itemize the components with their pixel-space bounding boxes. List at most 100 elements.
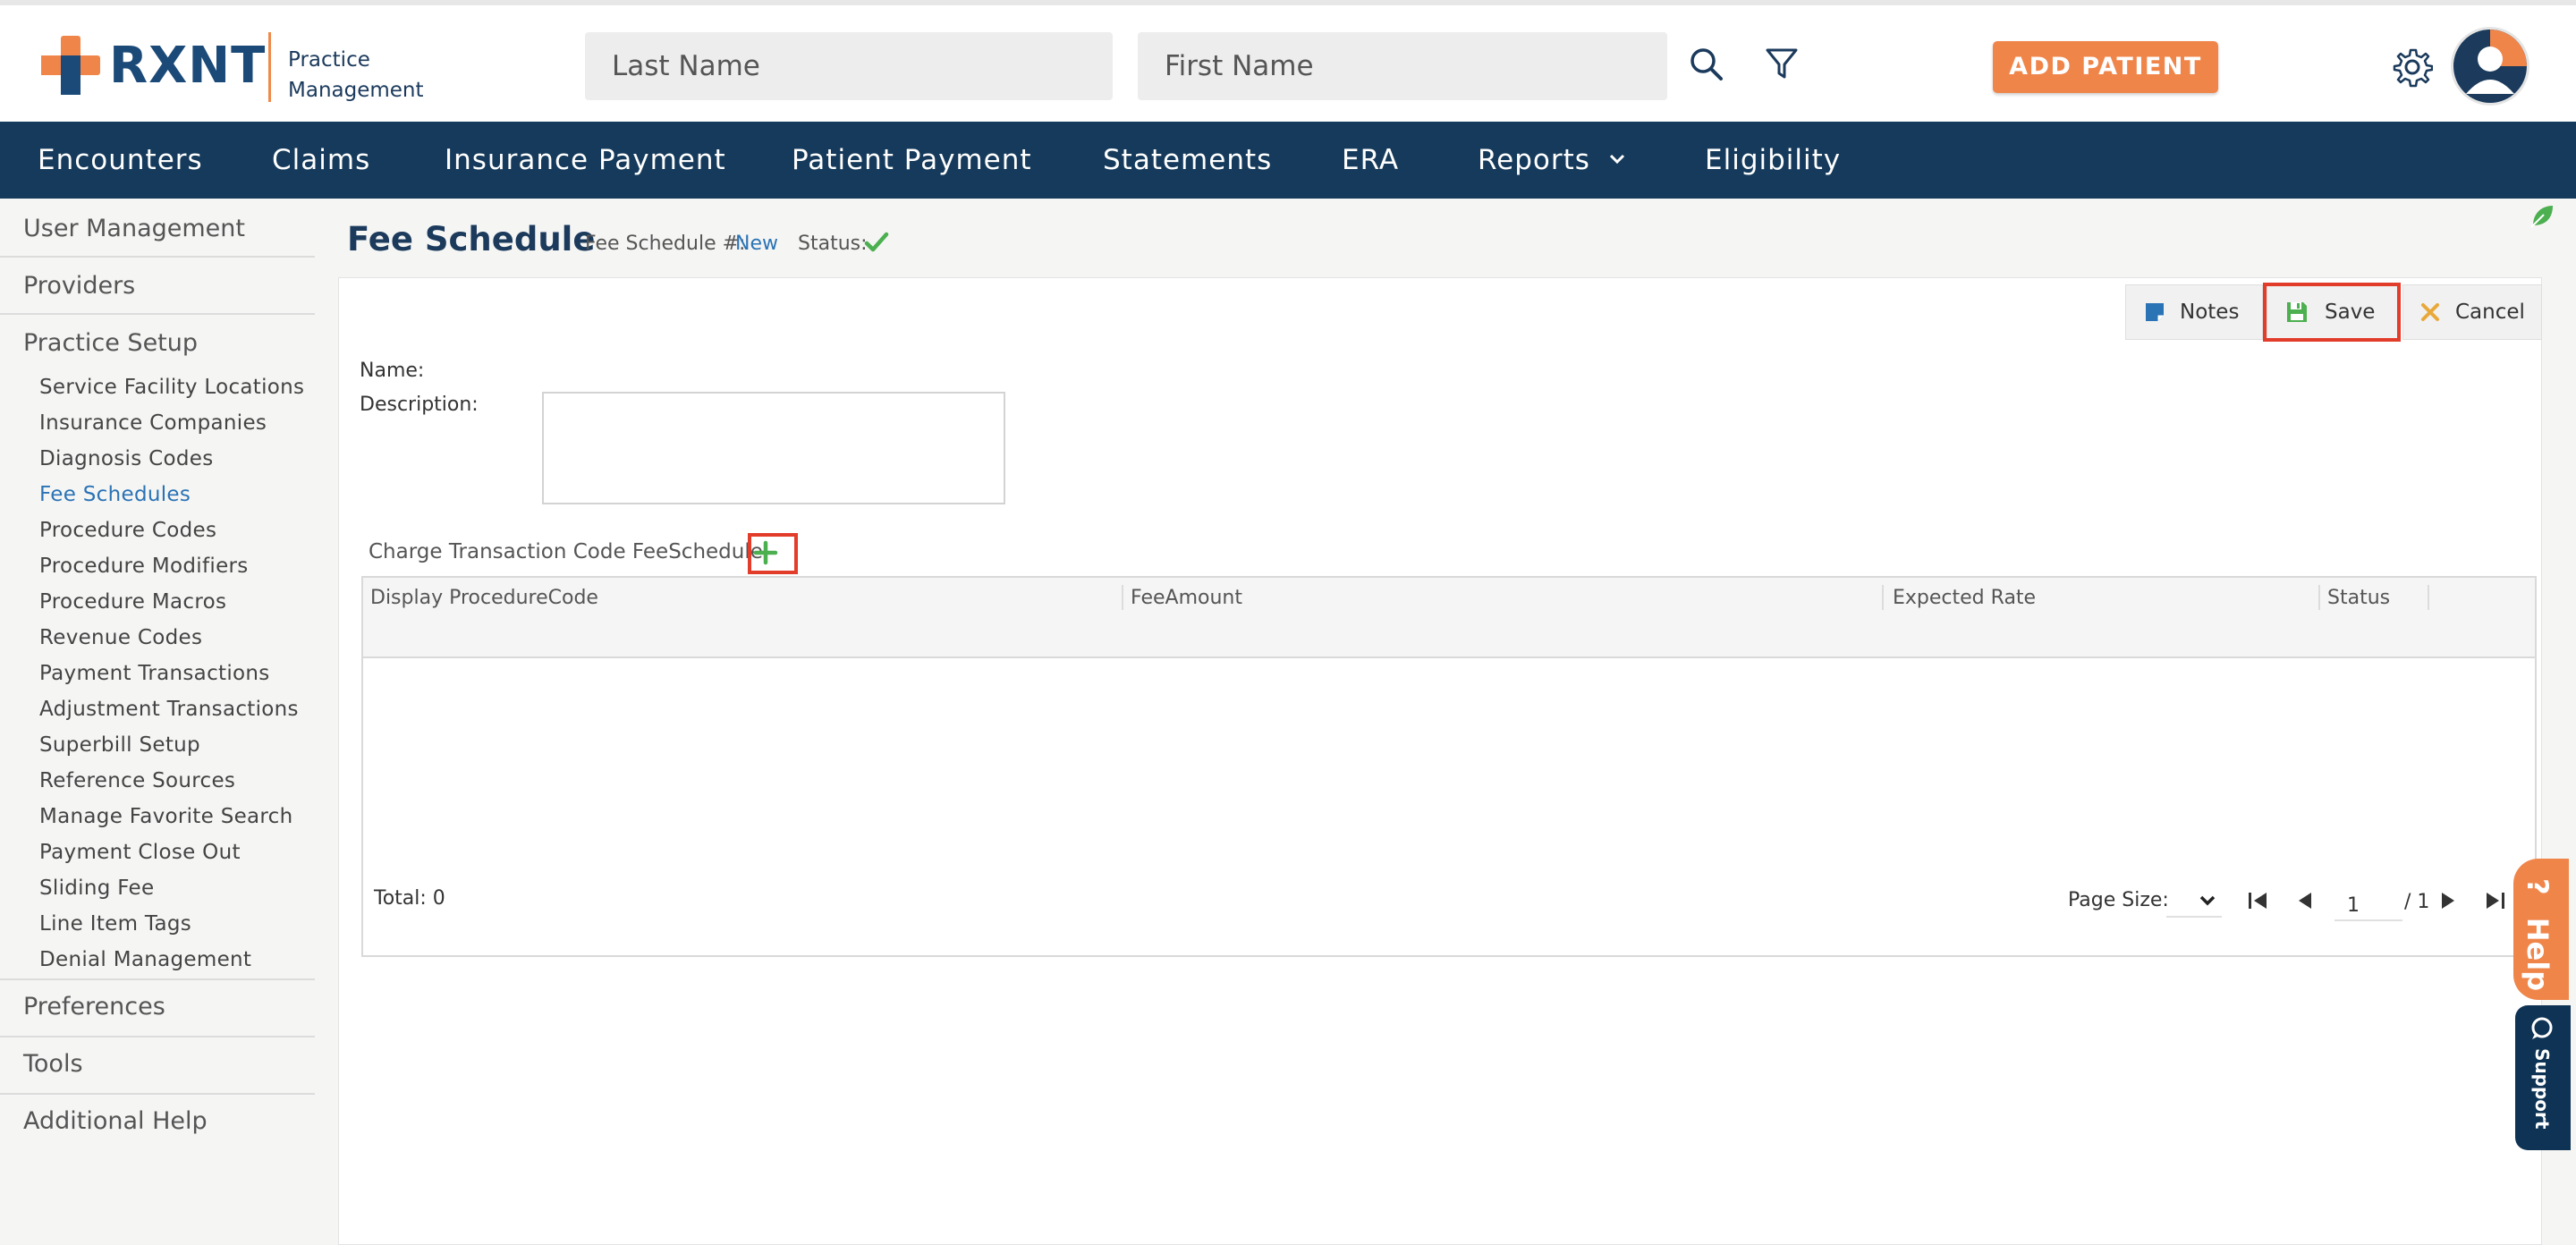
grid-header: Display ProcedureCode FeeAmount Expected… [363, 578, 2535, 658]
close-icon [2421, 303, 2439, 321]
column-header-status[interactable]: Status [2327, 587, 2390, 609]
help-tab[interactable]: ? Help [2513, 859, 2569, 1000]
sidebar-sub-reference-sources[interactable]: Reference Sources [39, 769, 235, 792]
sidebar-sub-superbill-setup[interactable]: Superbill Setup [39, 733, 200, 757]
help-label: Help [2521, 917, 2555, 992]
main-nav: Encounters Claims Insurance Payment Pati… [0, 122, 2576, 199]
gear-icon[interactable] [2392, 47, 2433, 88]
last-name-input[interactable]: Last Name [585, 32, 1113, 100]
page-count: / 1 [2404, 891, 2430, 913]
notes-label: Notes [2180, 301, 2240, 324]
rxnt-cross-icon [41, 36, 100, 95]
nav-eligibility[interactable]: Eligibility [1705, 144, 1841, 176]
user-avatar[interactable] [2451, 27, 2529, 106]
charge-section-label: Charge Transaction Code FeeSchedule: [369, 540, 770, 563]
column-divider [1122, 585, 1123, 610]
sidebar-item-user-management[interactable]: User Management [23, 215, 245, 242]
chat-icon [2531, 1017, 2553, 1039]
nav-encounters[interactable]: Encounters [38, 144, 203, 176]
notes-button[interactable]: Notes [2125, 284, 2263, 340]
support-label: Support [2531, 1048, 2553, 1130]
name-label: Name: [360, 360, 425, 382]
sidebar-divider [0, 313, 315, 315]
sidebar-sub-payment-transactions[interactable]: Payment Transactions [39, 662, 270, 685]
logo-divider [268, 32, 271, 102]
grid-total: Total: 0 [374, 887, 445, 910]
page-size-select[interactable] [2166, 884, 2222, 918]
column-divider [2318, 585, 2320, 610]
save-highlight [2263, 283, 2401, 342]
fee-schedule-number-value: New [735, 233, 778, 255]
rxnt-logo[interactable]: RXNT [41, 36, 266, 95]
sidebar-divider [0, 978, 315, 980]
column-header-expected-rate[interactable]: Expected Rate [1893, 587, 2036, 609]
logo-text: RXNT [109, 36, 267, 95]
sidebar-sub-procedure-macros[interactable]: Procedure Macros [39, 590, 226, 614]
add-highlight [748, 533, 798, 574]
sidebar-divider [0, 1093, 315, 1095]
nav-reports[interactable]: Reports [1478, 144, 1590, 176]
nav-claims[interactable]: Claims [272, 144, 370, 176]
sidebar-sub-insurance-companies[interactable]: Insurance Companies [39, 411, 267, 435]
help-tab-text: ? Help [2521, 878, 2555, 991]
previous-page-icon[interactable] [2295, 891, 2315, 910]
help-question-icon: ? [2521, 878, 2555, 895]
filter-icon[interactable] [1762, 45, 1801, 84]
sidebar-sub-fee-schedules[interactable]: Fee Schedules [39, 483, 191, 506]
sidebar-sub-denial-management[interactable]: Denial Management [39, 948, 251, 971]
sidebar-item-practice-setup[interactable]: Practice Setup [23, 329, 198, 357]
page-title: Fee Schedule [347, 220, 596, 258]
sidebar-divider [0, 1036, 315, 1038]
chevron-down-icon [2199, 895, 2216, 906]
sidebar-sub-revenue-codes[interactable]: Revenue Codes [39, 626, 202, 649]
column-divider [2428, 585, 2429, 610]
app-header: RXNT Practice Management Last Name First… [0, 5, 2576, 122]
nav-statements[interactable]: Statements [1103, 144, 1272, 176]
column-header-fee-amount[interactable]: FeeAmount [1131, 587, 1242, 609]
check-icon [864, 232, 889, 252]
current-page-input[interactable]: 1 [2334, 887, 2402, 921]
add-patient-button[interactable]: ADD PATIENT [1993, 41, 2218, 93]
search-icon[interactable] [1687, 45, 1726, 84]
chevron-down-icon[interactable] [1608, 152, 1626, 166]
sidebar-item-preferences[interactable]: Preferences [23, 993, 165, 1021]
fee-schedule-number-label: Fee Schedule #: [585, 233, 746, 255]
sidebar-sub-procedure-codes[interactable]: Procedure Codes [39, 519, 216, 542]
nav-insurance-payment[interactable]: Insurance Payment [445, 144, 726, 176]
sidebar-sub-payment-close-out[interactable]: Payment Close Out [39, 841, 241, 864]
sidebar-divider [0, 256, 315, 258]
sidebar-sub-line-item-tags[interactable]: Line Item Tags [39, 912, 191, 936]
sidebar-item-providers[interactable]: Providers [23, 272, 135, 300]
sidebar-item-tools[interactable]: Tools [23, 1050, 83, 1078]
sidebar-sub-adjustment-transactions[interactable]: Adjustment Transactions [39, 698, 299, 721]
page-size-label: Page Size: [2068, 889, 2169, 911]
column-header-display-procedure-code[interactable]: Display ProcedureCode [370, 587, 598, 609]
avatar-icon [2453, 30, 2527, 103]
first-page-icon[interactable] [2247, 891, 2268, 910]
last-page-icon[interactable] [2485, 891, 2506, 910]
support-tab[interactable]: Support [2515, 1005, 2571, 1150]
description-label: Description: [360, 394, 479, 416]
notes-icon [2146, 303, 2164, 321]
logo-subtitle-line1: Practice [288, 48, 370, 72]
sidebar-item-additional-help[interactable]: Additional Help [23, 1107, 208, 1135]
cancel-label: Cancel [2455, 301, 2525, 324]
cancel-button[interactable]: Cancel [2402, 284, 2542, 340]
leaf-icon [2530, 206, 2553, 228]
sidebar-sub-sliding-fee[interactable]: Sliding Fee [39, 877, 154, 900]
sidebar: User Management Providers Practice Setup… [0, 199, 315, 1245]
fee-schedule-grid: Display ProcedureCode FeeAmount Expected… [361, 576, 2537, 957]
nav-patient-payment[interactable]: Patient Payment [792, 144, 1032, 176]
sidebar-sub-manage-favorite-search[interactable]: Manage Favorite Search [39, 805, 293, 828]
nav-era[interactable]: ERA [1342, 144, 1399, 176]
column-divider [1882, 585, 1884, 610]
description-field[interactable] [542, 392, 1005, 504]
sidebar-sub-service-facility-locations[interactable]: Service Facility Locations [39, 376, 304, 399]
status-label: Status: [798, 233, 868, 255]
logo-subtitle-line2: Management [288, 79, 424, 102]
sidebar-sub-procedure-modifiers[interactable]: Procedure Modifiers [39, 555, 249, 578]
logo-subtitle: Practice Management [288, 45, 424, 106]
next-page-icon[interactable] [2438, 891, 2458, 910]
first-name-input[interactable]: First Name [1138, 32, 1667, 100]
sidebar-sub-diagnosis-codes[interactable]: Diagnosis Codes [39, 447, 213, 470]
